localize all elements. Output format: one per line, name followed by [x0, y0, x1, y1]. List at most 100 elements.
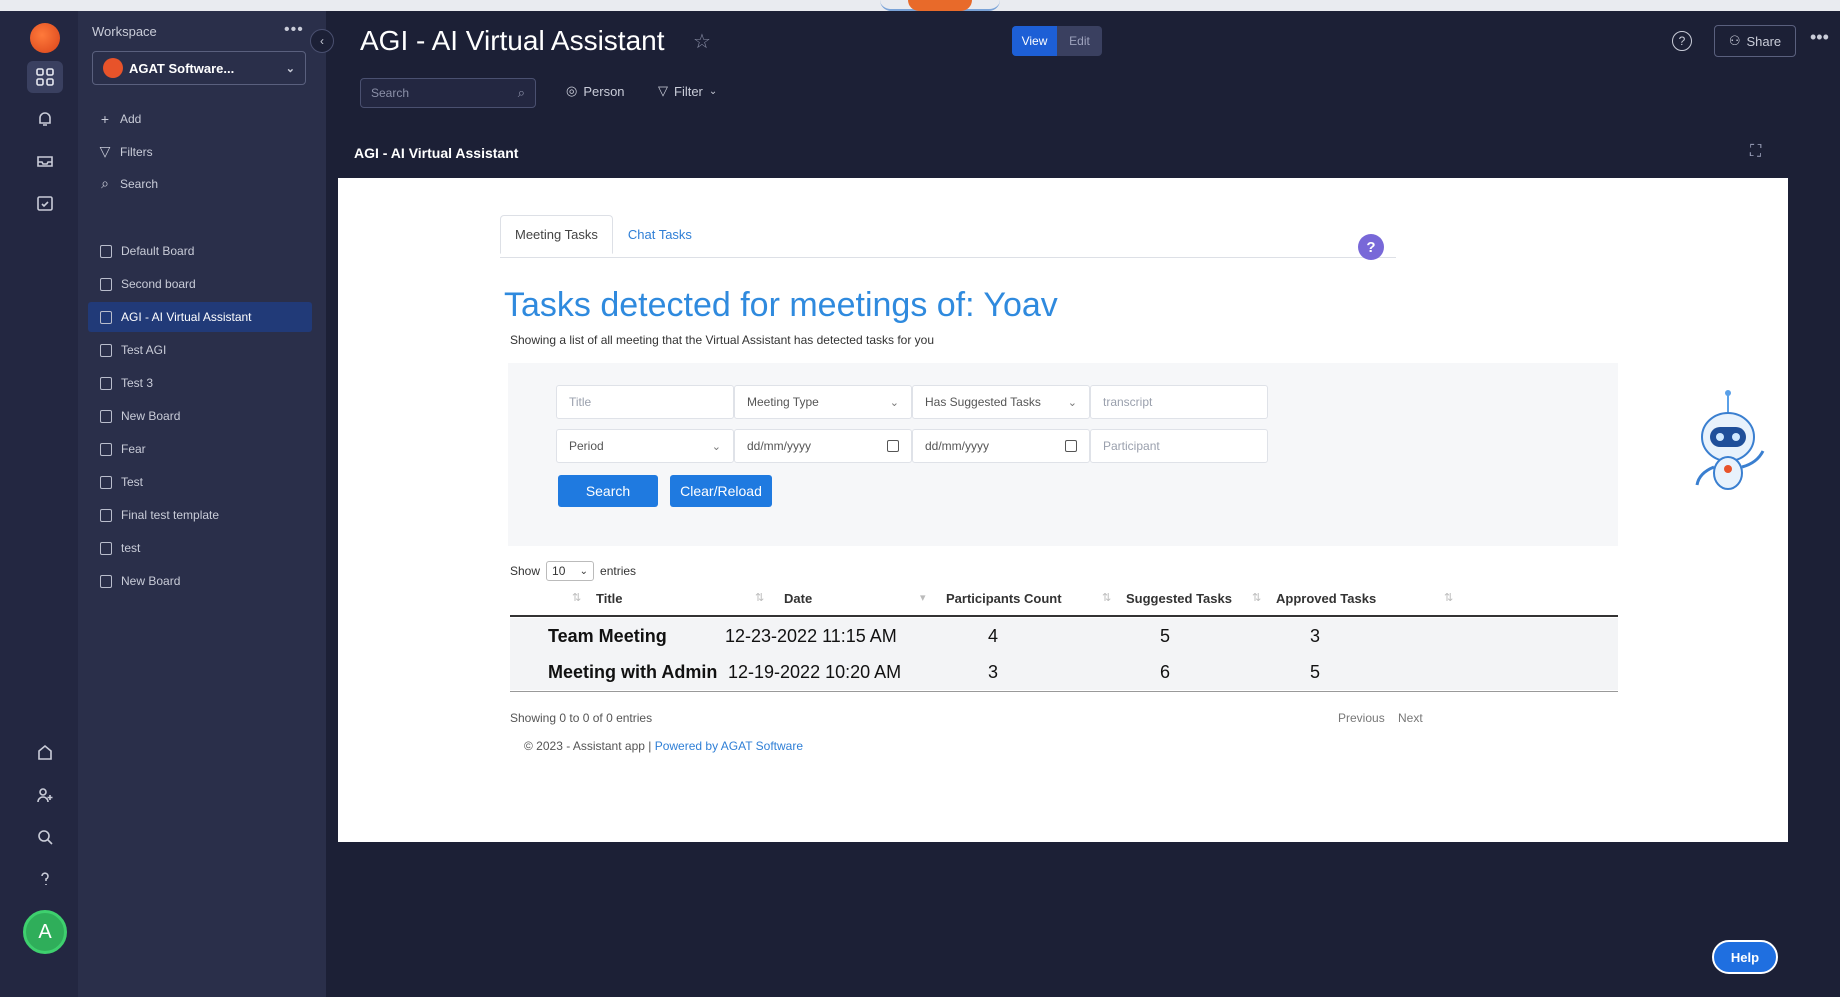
tab-meeting-tasks[interactable]: Meeting Tasks — [500, 215, 613, 254]
calendar-icon[interactable] — [887, 440, 899, 452]
filter-icon: ▽ — [99, 143, 111, 159]
user-avatar[interactable]: A — [23, 910, 67, 954]
sort-icon[interactable]: ⇅ — [1444, 591, 1453, 604]
workspace-sidebar: Workspace ••• ‹ AGAT Software... ⌄ + Add … — [78, 11, 334, 997]
period-select[interactable]: Period ⌄ — [556, 429, 734, 463]
help-circle-icon[interactable]: ? — [1672, 31, 1692, 51]
search-button[interactable]: Search — [558, 475, 658, 507]
question-icon — [41, 872, 49, 885]
app-logo-icon[interactable] — [30, 23, 60, 53]
board-title: AGI - AI Virtual Assistant — [360, 25, 665, 56]
rail-search-button[interactable] — [27, 821, 63, 853]
sort-icon[interactable]: ⇅ — [572, 591, 581, 604]
field-value: dd/mm/yyyy — [925, 439, 990, 453]
sidebar-board-item[interactable]: Test — [88, 467, 312, 497]
window-top-strip — [0, 0, 1840, 11]
rail-notifications-button[interactable] — [27, 103, 63, 135]
table-row[interactable]: Meeting with Admin 12-19-2022 10:20 AM 3… — [510, 654, 1618, 690]
page-heading: Tasks detected for meetings of: Yoav — [504, 286, 1058, 324]
workspace-selector[interactable]: AGAT Software... ⌄ — [92, 51, 306, 85]
board-label: Default Board — [121, 244, 195, 258]
has-suggested-tasks-select[interactable]: Has Suggested Tasks ⌄ — [912, 385, 1090, 419]
sort-desc-icon[interactable]: ▾ — [920, 591, 926, 604]
board-label: New Board — [121, 409, 181, 423]
sort-icon[interactable]: ⇅ — [755, 591, 764, 604]
edit-mode-button[interactable]: Edit — [1057, 26, 1102, 56]
sidebar-board-item[interactable]: Test 3 — [88, 368, 312, 398]
icon-rail: A — [0, 11, 78, 997]
board-label: Second board — [121, 277, 196, 291]
date-from-input[interactable]: dd/mm/yyyy — [734, 429, 912, 463]
sidebar-board-item[interactable]: Fear — [88, 434, 312, 464]
sidebar-board-item[interactable]: Final test template — [88, 500, 312, 530]
meeting-type-select[interactable]: Meeting Type ⌄ — [734, 385, 912, 419]
board-icon — [100, 574, 112, 588]
workspace-logo-icon — [103, 58, 123, 78]
rail-mywork-button[interactable] — [27, 187, 63, 219]
rail-integrations-button[interactable] — [27, 737, 63, 769]
rail-invite-button[interactable] — [27, 779, 63, 811]
more-options-icon[interactable]: ••• — [1810, 27, 1829, 48]
sidebar-board-item[interactable]: test — [88, 533, 312, 563]
person-filter-button[interactable]: ◎ Person — [566, 83, 625, 99]
robot-mascot-icon — [1695, 390, 1765, 490]
rail-help-button[interactable] — [27, 863, 63, 895]
sort-icon[interactable]: ⇅ — [1252, 591, 1261, 604]
board-icon — [100, 376, 112, 390]
column-header-approved[interactable]: Approved Tasks — [1276, 591, 1376, 606]
sidebar-board-item[interactable]: New Board — [88, 401, 312, 431]
workspace-name: AGAT Software... — [129, 60, 235, 76]
question-icon[interactable]: ? — [1358, 234, 1384, 260]
view-mode-button[interactable]: View — [1012, 26, 1057, 56]
sidebar-board-item-active[interactable]: AGI - AI Virtual Assistant — [88, 302, 312, 332]
sidebar-board-item[interactable]: Test AGI — [88, 335, 312, 365]
column-header-suggested[interactable]: Suggested Tasks — [1126, 591, 1232, 606]
next-page-button[interactable]: Next — [1398, 711, 1423, 725]
column-header-participants[interactable]: Participants Count — [946, 591, 1062, 606]
sidebar-add-action[interactable]: + Add — [98, 111, 141, 127]
rail-apps-button[interactable] — [27, 61, 63, 93]
embedded-app: Meeting Tasks Chat Tasks ? Tasks detecte… — [338, 178, 1788, 842]
table-row[interactable]: Team Meeting 12-23-2022 11:15 AM 4 5 3 — [510, 618, 1618, 654]
board-icon — [100, 475, 112, 489]
top-decoration-blob — [908, 0, 972, 11]
share-button[interactable]: ⚇ Share — [1714, 25, 1796, 57]
clear-reload-button[interactable]: Clear/Reload — [670, 475, 772, 507]
board-search-input[interactable]: Search ⌕ — [360, 78, 536, 108]
chevron-down-icon: ⌄ — [1067, 396, 1077, 409]
sidebar-board-item[interactable]: Default Board — [88, 236, 312, 266]
sidebar-board-item[interactable]: Second board — [88, 269, 312, 299]
column-header-date[interactable]: Date — [784, 591, 812, 606]
footer-link[interactable]: Powered by AGAT Software — [655, 739, 803, 753]
date-to-input[interactable]: dd/mm/yyyy — [912, 429, 1090, 463]
sidebar-board-item[interactable]: New Board — [88, 566, 312, 596]
calendar-icon[interactable] — [1065, 440, 1077, 452]
sidebar-filters-action[interactable]: ▽ Filters — [98, 143, 153, 160]
calendar-check-icon — [37, 196, 53, 211]
previous-page-button[interactable]: Previous — [1338, 711, 1385, 725]
user-icon: ⚇ — [1728, 33, 1741, 48]
help-button[interactable]: Help — [1712, 940, 1778, 974]
workspace-more-icon[interactable]: ••• — [284, 21, 304, 39]
filter-button[interactable]: ▽ Filter ⌄ — [658, 83, 717, 99]
bell-icon — [39, 112, 51, 126]
participant-filter-input[interactable]: Participant — [1090, 429, 1268, 463]
cell-participants: 3 — [988, 662, 999, 682]
sort-icon[interactable]: ⇅ — [1102, 591, 1111, 604]
column-header-title[interactable]: Title — [596, 591, 623, 606]
view-edit-toggle[interactable]: View Edit — [1012, 26, 1102, 56]
cell-suggested: 5 — [1160, 626, 1171, 646]
cell-suggested: 6 — [1160, 662, 1171, 682]
app-tabs: Meeting Tasks Chat Tasks — [500, 215, 707, 254]
rail-inbox-button[interactable] — [27, 145, 63, 177]
filter-icon: ▽ — [658, 83, 668, 98]
title-filter-input[interactable]: Title — [556, 385, 734, 419]
sidebar-search-action[interactable]: ⌕ Search — [98, 175, 158, 192]
tab-chat-tasks[interactable]: Chat Tasks — [613, 215, 707, 254]
chevron-down-icon: ⌄ — [285, 62, 295, 75]
transcript-filter-input[interactable]: transcript — [1090, 385, 1268, 419]
favorite-star-icon[interactable]: ☆ — [693, 29, 711, 54]
page-size-select[interactable]: 10 ⌄ — [546, 561, 595, 581]
grid-icon — [36, 68, 54, 86]
fullscreen-icon[interactable]: ⛶ — [1750, 143, 1761, 161]
